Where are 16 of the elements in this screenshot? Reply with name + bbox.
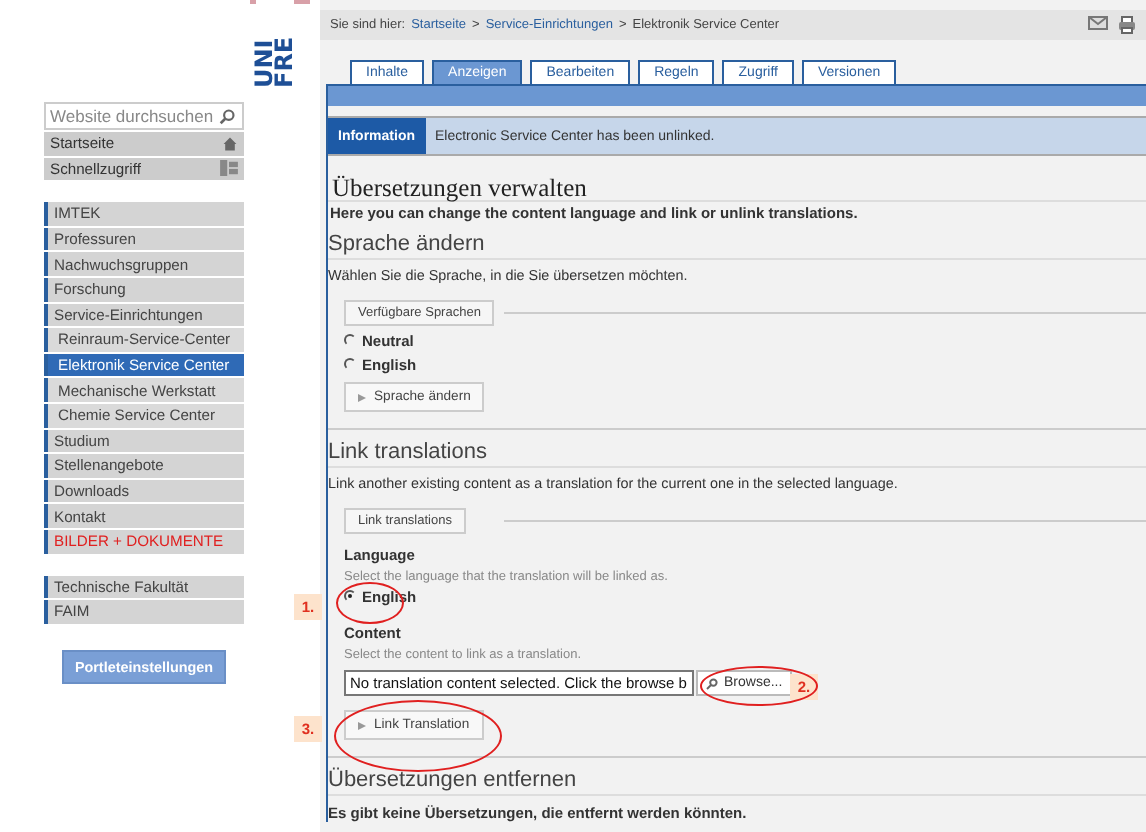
sitemap-icon [220,160,238,177]
radio-button[interactable] [344,334,356,346]
search-icon [706,677,718,689]
search-field[interactable]: Website durchsuchen [44,102,244,130]
email-icon[interactable] [1088,16,1108,30]
page-title: Übersetzungen verwalten [328,174,1146,202]
section-heading: Link translations [328,440,1146,468]
highlight-circle [700,666,818,706]
radio-button[interactable] [344,590,356,602]
university-logo: UNI FRE [256,0,294,88]
print-icon[interactable] [1118,16,1136,34]
radio-button[interactable] [344,358,356,370]
section-heading: Sprache ändern [328,232,1146,260]
search-icon[interactable] [218,107,236,125]
home-icon [222,135,238,152]
section-heading: Übersetzungen entfernen [328,768,1146,796]
